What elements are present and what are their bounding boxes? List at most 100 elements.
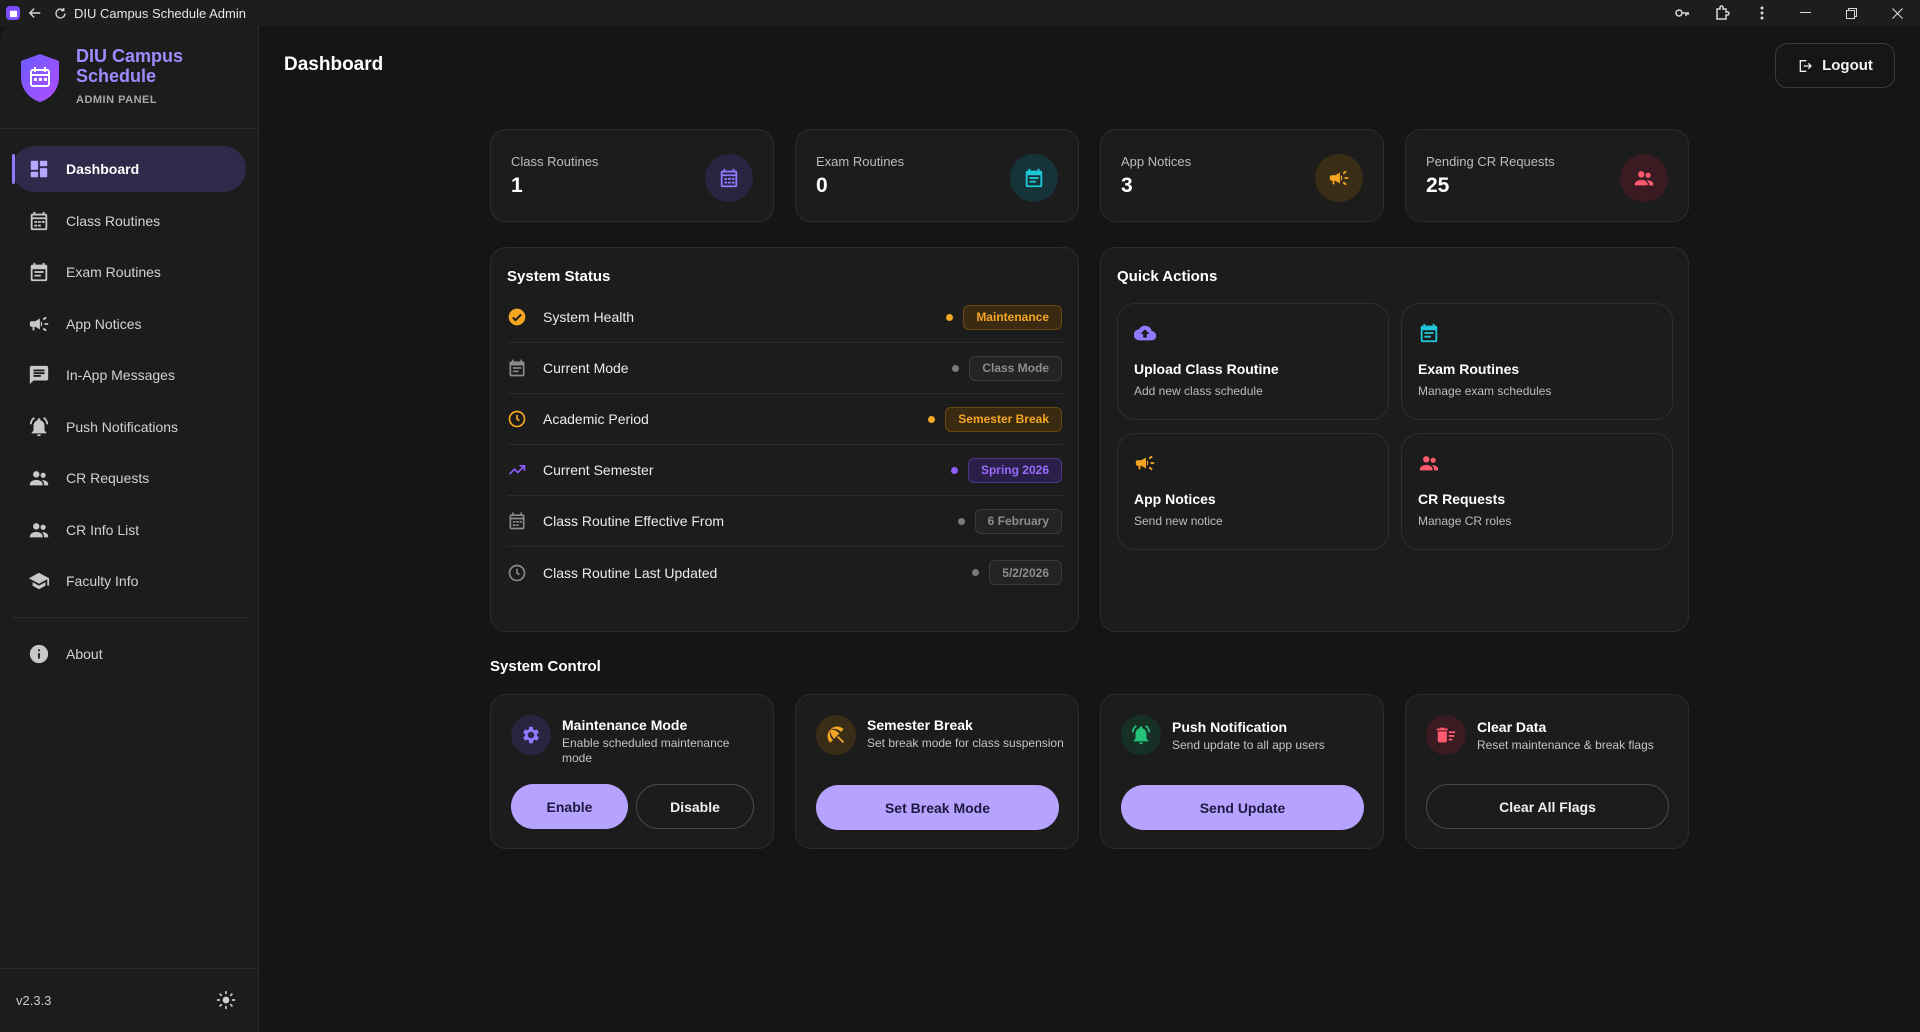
control-card-push-notification: Push Notification Send update to all app… [1100,694,1384,849]
megaphone-icon [1315,154,1363,202]
reload-icon[interactable] [50,0,70,26]
stat-value: 1 [511,174,523,197]
sidebar-item-label: CR Requests [66,470,150,486]
clock-icon [507,409,527,429]
stat-value: 3 [1121,174,1133,197]
quick-action-desc: Send new notice [1134,514,1223,528]
sidebar-item-class-routines[interactable]: Class Routines [12,198,246,244]
calendar-icon [705,154,753,202]
sidebar-item-cr-requests[interactable]: CR Requests [12,455,246,501]
quick-action-title: App Notices [1134,491,1216,507]
app-version: v2.3.3 [16,993,52,1008]
quick-action-app-notices[interactable]: App Notices Send new notice [1117,433,1389,550]
status-row-effective-from: Class Routine Effective From 6 February [507,496,1062,547]
sidebar-item-label: CR Info List [66,521,140,538]
calendar-icon [507,511,527,531]
stat-label: Pending CR Requests [1426,154,1555,169]
sidebar-item-label: In-App Messages [66,367,175,383]
logout-button[interactable]: Logout [1775,43,1895,88]
sidebar-item-in-app-messages[interactable]: In-App Messages [12,352,246,398]
status-badge: Semester Break [945,406,1062,432]
clear-all-flags-button[interactable]: Clear All Flags [1426,784,1669,829]
check-circle-icon [507,307,527,327]
control-title: Maintenance Mode [562,717,688,733]
sidebar-item-faculty-info[interactable]: Faculty Info [12,558,246,604]
stat-card-pending-cr-requests[interactable]: Pending CR Requests 25 [1405,129,1689,222]
sidebar-item-label: Class Routines [66,212,161,229]
back-icon[interactable] [20,0,50,26]
control-card-clear-data: Clear Data Reset maintenance & break fla… [1405,694,1689,849]
system-status-title: System Status [507,268,611,285]
page-title: Dashboard [284,54,384,75]
sidebar-item-label: Dashboard [66,161,140,177]
stat-label: Exam Routines [816,154,905,169]
status-badge: 5/2/2026 [989,560,1062,585]
restore-icon[interactable] [1828,0,1874,26]
stat-card-exam-routines[interactable]: Exam Routines 0 [795,129,1079,222]
sidebar-item-cr-info-list[interactable]: CR Info List [12,507,246,553]
sidebar-item-label: Exam Routines [66,264,161,280]
status-badge: Spring 2026 [967,457,1062,483]
system-control-title: System Control [490,658,601,675]
sidebar-item-dashboard[interactable]: Dashboard [12,146,246,192]
quick-action-cr-requests[interactable]: CR Requests Manage CR roles [1401,433,1673,550]
sidebar-footer: v2.3.3 [0,968,258,1032]
shield-logo-icon [18,52,62,104]
sidebar-nav: Dashboard Class Routines Exam Routines A… [0,129,258,677]
minimize-icon[interactable] [1782,0,1828,26]
theme-toggle-sun-icon[interactable] [216,990,238,1012]
sidebar-item-app-notices[interactable]: App Notices [12,301,246,347]
send-update-button[interactable]: Send Update [1121,785,1364,830]
sidebar-item-label: Push Notifications [66,418,179,435]
megaphone-icon [28,313,50,335]
sidebar-divider [12,617,246,618]
quick-action-title: Upload Class Routine [1134,361,1279,377]
sidebar-item-label: Faculty Info [66,573,139,589]
quick-action-upload-class-routine[interactable]: Upload Class Routine Add new class sched… [1117,303,1389,420]
control-desc: Reset maintenance & break flags [1477,738,1654,752]
window-title: DIU Campus Schedule Admin [74,5,246,21]
status-dot [952,364,960,372]
disable-maintenance-button[interactable]: Disable [636,784,754,829]
sidebar-item-about[interactable]: About [12,631,246,677]
trending-up-icon [507,460,527,480]
people-icon [1620,154,1668,202]
status-dot [972,569,980,576]
stat-value: 0 [816,174,828,197]
control-desc: Send update to all app users [1172,738,1325,752]
sidebar-item-push-notifications[interactable]: Push Notifications [12,404,246,450]
set-break-mode-button[interactable]: Set Break Mode [816,785,1059,830]
status-label: Class Routine Effective From [543,513,725,529]
clock-icon [507,563,527,583]
stat-card-app-notices[interactable]: App Notices 3 [1100,129,1384,222]
quick-action-desc: Manage exam schedules [1418,384,1552,398]
control-card-semester-break: Semester Break Set break mode for class … [795,694,1079,849]
calendar-icon [28,210,50,232]
calendar-icon [507,358,527,378]
bell-icon [1121,715,1161,755]
status-label: Academic Period [543,411,649,427]
status-badge: Maintenance [963,304,1062,330]
extensions-icon[interactable] [1702,0,1742,26]
brand-title: DIU Campus Schedule [76,46,184,86]
stat-card-class-routines[interactable]: Class Routines 1 [490,129,774,222]
logout-icon [1799,59,1813,72]
status-row-current-mode: Current Mode Class Mode [507,343,1062,394]
enable-maintenance-button[interactable]: Enable [511,784,628,829]
key-icon[interactable] [1662,0,1702,26]
status-label: Current Mode [543,360,629,376]
quick-action-exam-routines[interactable]: Exam Routines Manage exam schedules [1401,303,1673,420]
control-card-maintenance-mode: Maintenance Mode Enable scheduled mainte… [490,694,774,849]
quick-action-title: CR Requests [1418,491,1506,507]
control-title: Clear Data [1477,719,1547,735]
brand: DIU Campus Schedule ADMIN PANEL [0,26,258,129]
control-title: Semester Break [867,717,973,733]
close-icon[interactable] [1874,0,1920,26]
status-row-last-updated: Class Routine Last Updated 5/2/2026 [507,547,1062,598]
more-icon[interactable] [1742,0,1782,26]
status-dot [950,466,958,474]
sidebar-item-exam-routines[interactable]: Exam Routines [12,249,246,295]
people-icon [1418,452,1440,474]
delete-sweep-icon [1426,715,1466,755]
stat-label: App Notices [1121,154,1192,169]
